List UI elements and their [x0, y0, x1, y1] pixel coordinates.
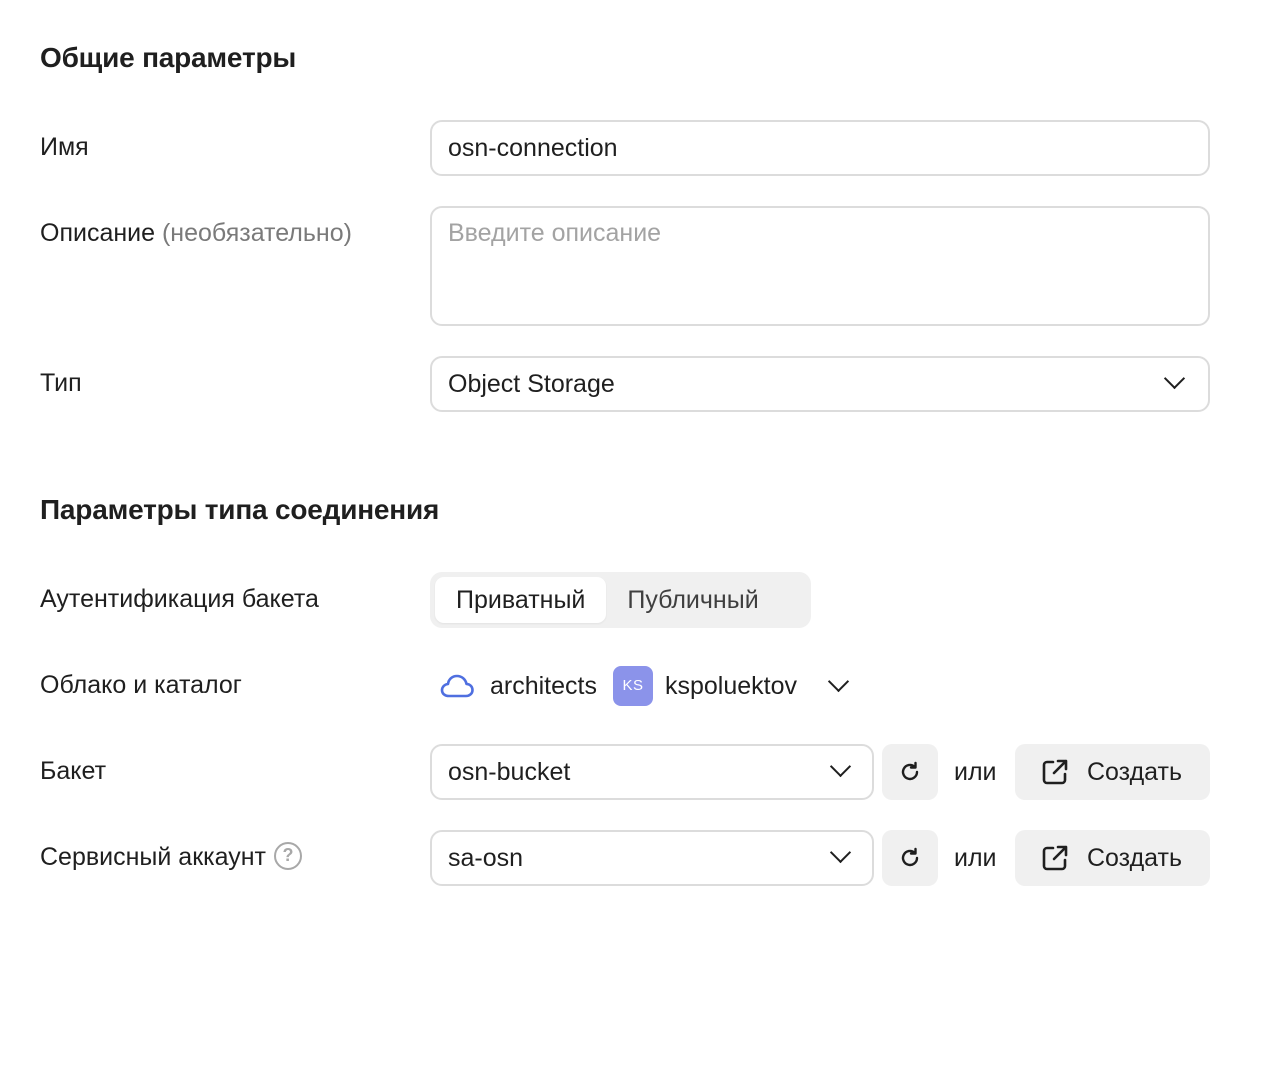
create-bucket-label: Создать: [1087, 757, 1183, 786]
bucket-refresh-button[interactable]: [882, 744, 938, 800]
section-title-general: Общие параметры: [40, 42, 297, 73]
name-label: Имя: [40, 133, 89, 161]
description-label: Описание (необязательно): [40, 218, 352, 248]
name-input-value: osn-connection: [448, 134, 618, 162]
external-link-icon: [1042, 845, 1068, 871]
or-text: или: [954, 844, 997, 872]
service-account-refresh-button[interactable]: [882, 830, 938, 886]
bucket-select[interactable]: osn-bucket: [430, 744, 874, 800]
type-select[interactable]: Object Storage: [430, 356, 1210, 412]
folder-name: kspoluektov: [664, 671, 798, 700]
chevron-down-icon[interactable]: [819, 666, 859, 706]
description-optional-hint: (необязательно): [161, 219, 352, 247]
create-bucket-button[interactable]: Создать: [1015, 744, 1210, 800]
section-title-connection: Параметры типа соединения: [40, 494, 440, 525]
create-service-account-button[interactable]: Создать: [1015, 830, 1210, 886]
name-input[interactable]: osn-connection: [430, 120, 1210, 176]
help-icon[interactable]: ?: [274, 842, 303, 871]
service-account-label-text: Сервисный аккаунт: [40, 843, 267, 871]
service-account-select-value: sa-osn: [448, 844, 524, 872]
folder-avatar: KS: [612, 666, 653, 706]
chevron-down-icon: [829, 755, 852, 778]
service-account-select[interactable]: sa-osn: [430, 830, 874, 886]
cloud-folder-selector[interactable]: architects KS kspoluektov: [440, 664, 859, 708]
refresh-icon: [901, 847, 919, 867]
auth-option-private[interactable]: Приватный: [435, 577, 607, 623]
cloud-icon: [440, 673, 474, 699]
refresh-icon: [901, 761, 919, 781]
type-select-value: Object Storage: [448, 370, 615, 398]
cloud-folder-label: Облако и каталог: [40, 671, 242, 699]
service-account-label: Сервисный аккаунт?: [40, 842, 303, 872]
bucket-select-value: osn-bucket: [448, 758, 571, 786]
chevron-down-icon: [829, 841, 852, 864]
or-text: или: [954, 758, 997, 786]
auth-segmented-control: Приватный Публичный: [430, 572, 811, 628]
create-service-account-label: Создать: [1087, 843, 1183, 872]
chevron-down-icon: [1163, 367, 1186, 390]
bucket-label: Бакет: [40, 757, 107, 785]
cloud-name: architects: [490, 671, 597, 700]
description-textarea[interactable]: Введите описание: [430, 206, 1210, 326]
auth-label: Аутентификация бакета: [40, 585, 319, 613]
description-label-text: Описание: [40, 219, 156, 247]
type-label: Тип: [40, 369, 82, 397]
auth-option-public[interactable]: Публичный: [606, 577, 779, 623]
description-placeholder: Введите описание: [448, 219, 662, 247]
external-link-icon: [1042, 759, 1068, 785]
